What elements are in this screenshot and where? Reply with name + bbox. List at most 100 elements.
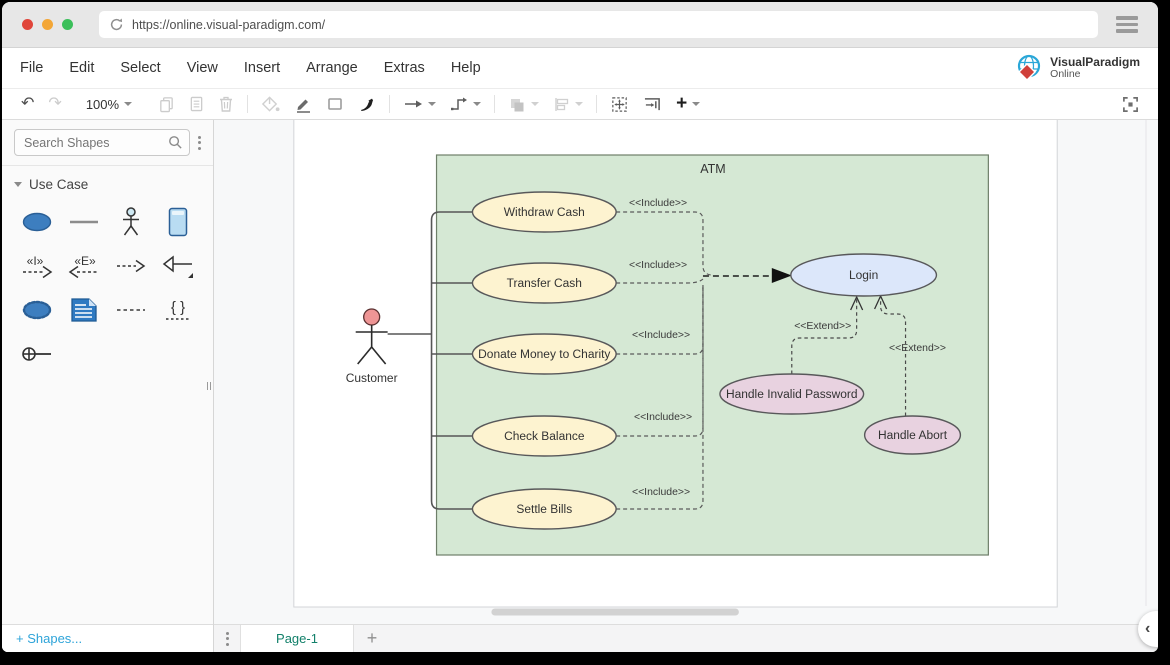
chevron-down-icon xyxy=(428,102,436,106)
menu-select[interactable]: Select xyxy=(120,60,160,76)
shape-note[interactable] xyxy=(65,293,103,327)
plus-icon: + xyxy=(367,628,378,649)
actor-icon xyxy=(119,207,143,237)
window-controls xyxy=(22,19,73,30)
diagram-canvas[interactable]: ATM xyxy=(214,120,1158,624)
shape-panel: Use Case xyxy=(2,120,214,652)
menu-edit[interactable]: Edit xyxy=(69,60,94,76)
use-case-transfer-cash[interactable]: Transfer Cash xyxy=(472,263,616,303)
shape-constraint[interactable]: { } xyxy=(159,293,197,327)
system-boundary-icon xyxy=(167,207,189,237)
shape-collaboration[interactable] xyxy=(18,293,56,327)
browser-menu-icon[interactable] xyxy=(1116,16,1138,33)
menu-file[interactable]: File xyxy=(20,60,43,76)
format-brush-button[interactable] xyxy=(351,92,383,116)
use-case-login[interactable]: Login xyxy=(791,254,937,296)
system-boundary-label: ATM xyxy=(700,162,725,176)
rectangle-icon xyxy=(326,95,344,113)
shape-socket-interface[interactable] xyxy=(18,337,56,371)
shape-extend[interactable]: «E» xyxy=(65,249,103,283)
fit-selection-button[interactable] xyxy=(603,92,636,116)
chevron-down-icon xyxy=(575,102,583,106)
copy-button[interactable] xyxy=(151,92,182,116)
arrange-order-button[interactable] xyxy=(501,92,546,116)
add-page-button[interactable]: + xyxy=(354,625,390,652)
connector-routing-button[interactable] xyxy=(443,92,488,116)
socket-interface-icon xyxy=(21,344,53,364)
chevron-left-icon: ‹ xyxy=(1145,620,1150,638)
close-window-button[interactable] xyxy=(22,19,33,30)
menu-view[interactable]: View xyxy=(187,60,218,76)
layers-icon xyxy=(508,96,526,113)
maximize-window-button[interactable] xyxy=(62,19,73,30)
visual-paradigm-logo-icon xyxy=(1015,54,1045,82)
use-case-label: Check Balance xyxy=(504,429,585,443)
shape-use-case-oval[interactable] xyxy=(18,205,56,239)
shape-system-boundary[interactable] xyxy=(159,205,197,239)
search-input[interactable] xyxy=(14,129,190,156)
use-case-label: Transfer Cash xyxy=(507,276,582,290)
menu-arrange[interactable]: Arrange xyxy=(306,60,358,76)
extend-label: <<Extend>> xyxy=(794,321,851,332)
use-case-settle-bills[interactable]: Settle Bills xyxy=(472,489,616,529)
panel-resize-handle[interactable] xyxy=(207,382,212,390)
use-case-label: Withdraw Cash xyxy=(504,205,585,219)
collapse-section-icon xyxy=(14,182,22,187)
shape-association[interactable] xyxy=(65,205,103,239)
app-window: https://online.visual-paradigm.com/ File… xyxy=(2,2,1158,652)
tab-page-1[interactable]: Page-1 xyxy=(240,625,354,652)
minimize-window-button[interactable] xyxy=(42,19,53,30)
shape-dashed-arrow[interactable] xyxy=(112,249,150,283)
elbow-connector-icon xyxy=(450,96,468,112)
use-case-label: Handle Invalid Password xyxy=(726,387,858,401)
use-case-check-balance[interactable]: Check Balance xyxy=(472,416,616,456)
include-label: <<Include>> xyxy=(629,260,687,271)
zoom-select[interactable]: 100% xyxy=(79,92,139,116)
fit-page-width-button[interactable] xyxy=(636,92,669,116)
svg-text:«I»: «I» xyxy=(27,254,44,268)
section-use-case[interactable]: Use Case xyxy=(2,165,213,201)
delete-button[interactable] xyxy=(211,92,241,116)
use-case-donate-money[interactable]: Donate Money to Charity xyxy=(472,334,616,374)
align-icon xyxy=(553,96,570,113)
horizontal-scrollbar-thumb[interactable] xyxy=(491,609,738,616)
use-case-withdraw-cash[interactable]: Withdraw Cash xyxy=(472,192,616,232)
search-icon xyxy=(168,135,183,150)
page-tab-label: Page-1 xyxy=(276,631,318,646)
shape-include[interactable]: «I» xyxy=(18,249,56,283)
address-bar[interactable]: https://online.visual-paradigm.com/ xyxy=(99,11,1098,38)
use-case-handle-abort[interactable]: Handle Abort xyxy=(865,416,961,454)
document-icon xyxy=(189,95,204,113)
menu-insert[interactable]: Insert xyxy=(244,60,280,76)
pages-menu-icon[interactable] xyxy=(214,625,240,652)
extend-label: <<Extend>> xyxy=(889,343,946,354)
fill-color-button[interactable] xyxy=(254,92,287,116)
include-label: <<Include>> xyxy=(632,487,690,498)
undo-button[interactable]: ↶ xyxy=(14,92,41,116)
logo-subtitle: Online xyxy=(1050,69,1140,80)
use-case-label: Handle Abort xyxy=(878,428,948,442)
logo-title: VisualParadigm xyxy=(1050,56,1140,69)
insert-shape-button[interactable]: + xyxy=(669,92,707,116)
paste-style-button[interactable] xyxy=(182,92,211,116)
connector-style-button[interactable] xyxy=(396,92,443,116)
redo-button[interactable]: ↷ xyxy=(41,92,68,116)
fullscreen-button[interactable] xyxy=(1115,92,1146,116)
more-shapes-link[interactable]: + Shapes... xyxy=(16,631,82,646)
shape-actor[interactable] xyxy=(112,205,150,239)
use-case-handle-invalid-password[interactable]: Handle Invalid Password xyxy=(720,374,864,414)
include-label: <<Include>> xyxy=(634,412,692,423)
dashed-line-icon xyxy=(116,306,146,314)
menu-help[interactable]: Help xyxy=(451,60,481,76)
panel-menu-icon[interactable] xyxy=(190,134,208,152)
align-button[interactable] xyxy=(546,92,590,116)
shape-style-button[interactable] xyxy=(319,92,351,116)
shape-generalization[interactable] xyxy=(159,249,197,283)
shape-dashed-line[interactable] xyxy=(112,293,150,327)
chevron-down-icon xyxy=(692,102,700,106)
visual-paradigm-logo: VisualParadigm Online xyxy=(1015,54,1140,82)
menu-extras[interactable]: Extras xyxy=(384,60,425,76)
line-color-button[interactable] xyxy=(287,92,319,116)
reload-icon[interactable] xyxy=(109,17,124,32)
toolbar: ↶ ↷ 100% xyxy=(2,89,1158,120)
